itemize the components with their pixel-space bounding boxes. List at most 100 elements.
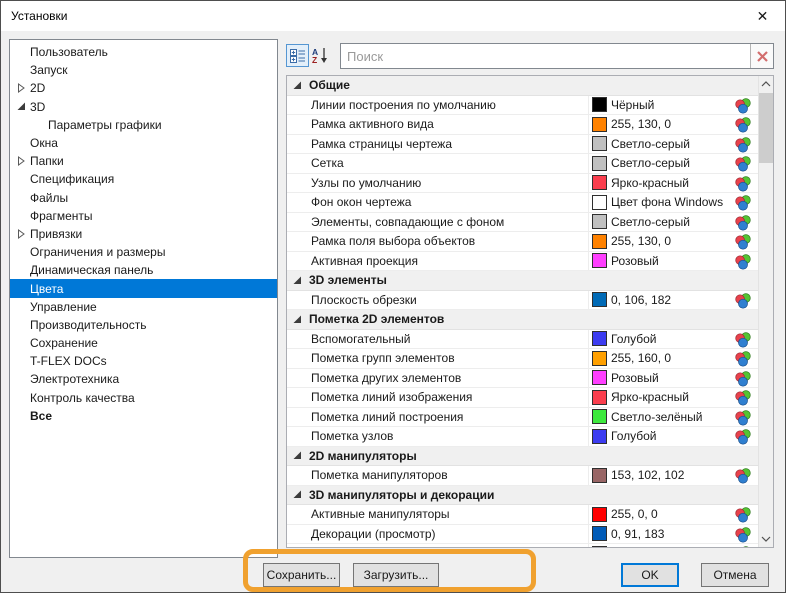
color-palette-icon[interactable] <box>735 390 751 406</box>
sidebar-item-0[interactable]: Пользователь <box>10 43 277 61</box>
settings-row[interactable]: Плоскость обрезки 0, 106, 182 <box>287 290 758 310</box>
scroll-up-icon[interactable] <box>759 76 773 92</box>
sidebar-item-14[interactable]: Управление <box>10 298 277 316</box>
sidebar-item-6[interactable]: Папки <box>10 152 277 170</box>
settings-row[interactable]: Пометка узлов Голубой <box>287 427 758 447</box>
color-palette-icon[interactable] <box>735 214 751 231</box>
color-palette-icon[interactable] <box>735 526 751 543</box>
ok-button[interactable]: OK <box>621 563 679 587</box>
sidebar-item-15[interactable]: Производительность <box>10 316 277 334</box>
categorized-view-button[interactable] <box>286 44 309 67</box>
color-swatch[interactable] <box>592 526 607 542</box>
settings-row[interactable]: Сетка Светло-серый <box>287 154 758 174</box>
color-swatch[interactable] <box>592 194 607 210</box>
color-swatch[interactable] <box>592 155 607 171</box>
color-palette-icon[interactable] <box>735 468 751 484</box>
settings-row[interactable]: Узлы по умолчанию Ярко-красный <box>287 173 758 193</box>
color-palette-icon[interactable] <box>735 331 751 348</box>
settings-group-header[interactable]: Общие <box>287 76 758 96</box>
settings-row[interactable]: Фон окон чертежа Цвет фона Windows <box>287 193 758 213</box>
color-palette-icon[interactable] <box>735 546 751 547</box>
settings-row[interactable]: Пометка групп элементов 255, 160, 0 <box>287 349 758 369</box>
sidebar-item-1[interactable]: Запуск <box>10 61 277 79</box>
group-expanded-icon[interactable] <box>293 276 302 285</box>
settings-row[interactable] <box>287 544 758 547</box>
sidebar-item-19[interactable]: Контроль качества <box>10 389 277 407</box>
sidebar-item-20[interactable]: Все <box>10 407 277 425</box>
color-swatch[interactable] <box>592 233 607 249</box>
color-palette-icon[interactable] <box>735 351 751 367</box>
scrollbar-thumb[interactable] <box>759 93 773 163</box>
tree-collapsed-icon[interactable] <box>16 156 26 167</box>
sidebar-item-2[interactable]: 2D <box>10 79 277 97</box>
search-clear-button[interactable] <box>750 44 773 68</box>
color-palette-icon[interactable] <box>735 97 751 114</box>
color-palette-icon[interactable] <box>735 136 751 153</box>
group-expanded-icon[interactable] <box>293 81 302 90</box>
tree-collapsed-icon[interactable] <box>16 83 26 94</box>
color-palette-icon[interactable] <box>735 409 751 426</box>
color-palette-icon[interactable] <box>735 429 751 445</box>
sidebar-item-10[interactable]: Привязки <box>10 225 277 243</box>
color-palette-icon[interactable] <box>735 117 751 133</box>
color-swatch[interactable] <box>592 506 607 522</box>
settings-row[interactable]: Рамка поля выбора объектов 255, 130, 0 <box>287 232 758 252</box>
color-swatch[interactable] <box>592 370 607 386</box>
color-palette-icon[interactable] <box>735 175 751 192</box>
tree-collapsed-icon[interactable] <box>16 228 26 239</box>
color-palette-icon[interactable] <box>735 253 751 270</box>
color-palette-icon[interactable] <box>735 292 751 309</box>
sidebar-item-17[interactable]: T-FLEX DOCs <box>10 352 277 370</box>
settings-row[interactable]: Вспомогательный Голубой <box>287 329 758 349</box>
color-palette-icon[interactable] <box>735 370 751 387</box>
cancel-button[interactable]: Отмена <box>701 563 769 587</box>
settings-group-header[interactable]: Пометка 2D элементов <box>287 310 758 330</box>
save-button[interactable]: Сохранить... <box>263 563 340 587</box>
group-expanded-icon[interactable] <box>293 315 302 324</box>
settings-row[interactable]: Активные манипуляторы 255, 0, 0 <box>287 505 758 525</box>
vertical-scrollbar[interactable] <box>758 76 773 547</box>
sidebar-item-7[interactable]: Спецификация <box>10 170 277 188</box>
color-swatch[interactable] <box>592 214 607 230</box>
close-icon[interactable]: ✕ <box>740 1 785 31</box>
color-palette-icon[interactable] <box>735 195 751 211</box>
color-palette-icon[interactable] <box>735 156 751 172</box>
group-expanded-icon[interactable] <box>293 451 302 460</box>
color-swatch[interactable] <box>592 331 607 347</box>
settings-row[interactable]: Элементы, совпадающие с фоном Светло-серы… <box>287 212 758 232</box>
color-swatch[interactable] <box>592 136 607 152</box>
settings-row[interactable]: Активная проекция Розовый <box>287 251 758 271</box>
sidebar-item-11[interactable]: Ограничения и размеры <box>10 243 277 261</box>
tree-expanded-icon[interactable] <box>16 102 26 112</box>
scroll-down-icon[interactable] <box>759 531 773 547</box>
sidebar-item-5[interactable]: Окна <box>10 134 277 152</box>
settings-row[interactable]: Пометка манипуляторов 153, 102, 102 <box>287 466 758 486</box>
settings-group-header[interactable]: 3D манипуляторы и декорации <box>287 485 758 505</box>
color-swatch[interactable] <box>592 409 607 425</box>
settings-row[interactable]: Пометка других элементов Розовый <box>287 368 758 388</box>
search-input[interactable] <box>341 44 750 68</box>
sidebar-item-12[interactable]: Динамическая панель <box>10 261 277 279</box>
color-swatch[interactable] <box>592 253 607 269</box>
settings-group-header[interactable]: 3D элементы <box>287 271 758 291</box>
color-palette-icon[interactable] <box>735 234 751 250</box>
sidebar-item-3[interactable]: 3D <box>10 98 277 116</box>
settings-row[interactable]: Рамка страницы чертежа Светло-серый <box>287 134 758 154</box>
color-swatch[interactable] <box>592 350 607 366</box>
sidebar-item-9[interactable]: Фрагменты <box>10 207 277 225</box>
color-swatch[interactable] <box>592 545 607 547</box>
settings-row[interactable]: Линии построения по умолчанию Чёрный <box>287 95 758 115</box>
color-palette-icon[interactable] <box>735 507 751 523</box>
settings-group-header[interactable]: 2D манипуляторы <box>287 446 758 466</box>
color-swatch[interactable] <box>592 389 607 405</box>
sidebar-item-16[interactable]: Сохранение <box>10 334 277 352</box>
color-swatch[interactable] <box>592 97 607 113</box>
group-expanded-icon[interactable] <box>293 490 302 499</box>
color-swatch[interactable] <box>592 175 607 191</box>
sort-alphabetical-button[interactable]: A Z <box>309 44 332 67</box>
sidebar-item-18[interactable]: Электротехника <box>10 370 277 388</box>
color-swatch[interactable] <box>592 428 607 444</box>
color-swatch[interactable] <box>592 467 607 483</box>
settings-row[interactable]: Пометка линий изображения Ярко-красный <box>287 388 758 408</box>
sidebar-item-4[interactable]: Параметры графики <box>10 116 277 134</box>
